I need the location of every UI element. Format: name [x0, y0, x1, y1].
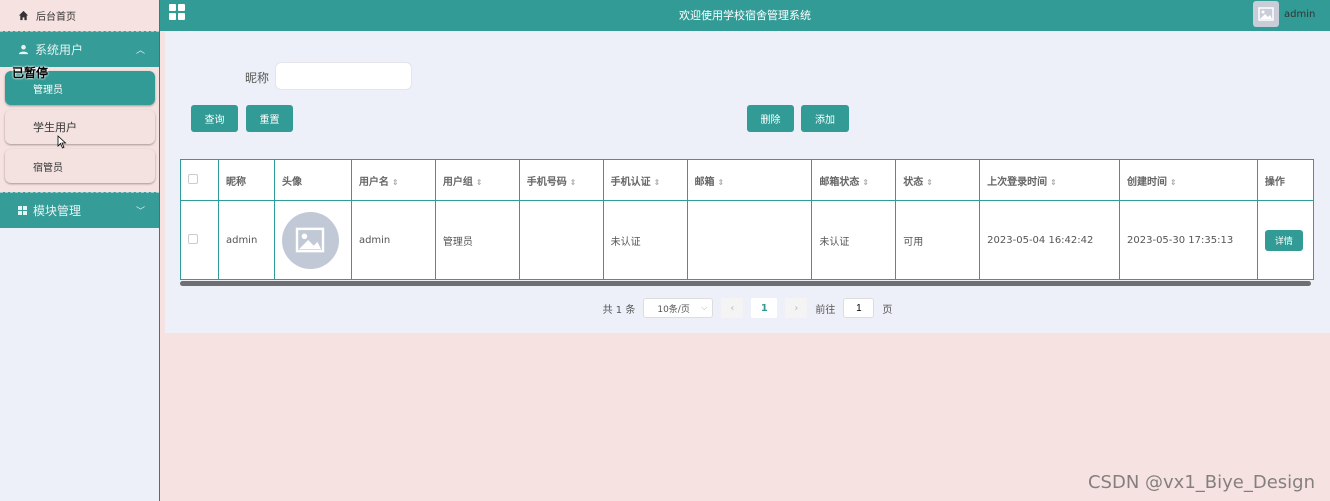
goto-page-input[interactable] — [843, 298, 875, 318]
cell-created: 2023-05-30 17:35:13 — [1119, 200, 1258, 280]
column-header-label: 创建时间 — [1127, 176, 1168, 188]
username-label[interactable]: admin — [1284, 9, 1315, 20]
sidebar-group-label: 模块管理 — [33, 204, 82, 218]
row-checkbox[interactable] — [188, 233, 198, 244]
sort-icon[interactable]: ⇕ — [926, 178, 933, 187]
page-size-select[interactable]: 10条/页 ⌵ — [643, 298, 714, 318]
column-header-sortable[interactable]: 状态 ⇕ — [895, 159, 981, 201]
column-header-label: 用户名 — [358, 176, 389, 188]
search-button[interactable]: 查询 — [191, 105, 238, 132]
sidebar-item-dorm-managers[interactable]: 宿管员 — [5, 149, 155, 183]
content-panel: 昵称 查询 重置 删除 添加 昵称 头像 用户名 ⇕ 用户组 ⇕ 手机号码 ⇕ 手机认… — [165, 31, 1330, 333]
cell-phone-auth: 未认证 — [602, 200, 688, 280]
sidebar-item-label: 学生用户 — [33, 121, 77, 134]
sort-icon[interactable]: ⇕ — [476, 178, 483, 187]
column-header-sortable[interactable]: 上次登录时间 ⇕ — [979, 159, 1121, 201]
sidebar-group-system-users[interactable]: 系统用户 ︿ — [0, 31, 159, 67]
column-header-sortable[interactable]: 创建时间 ⇕ — [1119, 159, 1258, 201]
mouse-cursor-icon — [57, 135, 67, 149]
add-button[interactable]: 添加 — [801, 105, 849, 132]
column-header-label: 状态 — [903, 176, 924, 188]
chevron-right-icon: › — [794, 302, 799, 314]
sidebar-item-home[interactable]: 后台首页 — [0, 0, 159, 31]
cell-avatar — [273, 200, 352, 280]
column-header-label: 手机号码 — [526, 176, 567, 188]
sidebar-group-modules[interactable]: 模块管理 ﹀ — [0, 192, 159, 228]
avatar[interactable] — [1253, 1, 1279, 27]
image-placeholder-icon — [1258, 7, 1274, 21]
column-header-sortable[interactable]: 用户组 ⇕ — [434, 159, 520, 201]
prev-page-button[interactable]: ‹ — [721, 298, 744, 318]
sidebar-group-label: 系统用户 — [35, 43, 84, 57]
cell-status: 可用 — [895, 200, 981, 280]
cell-phone — [518, 200, 604, 280]
column-header-label: 用户组 — [442, 176, 473, 188]
sidebar: 后台首页 系统用户 ︿ 管理员 学生用户 宿管员 模块管理 ﹀ 已暂停 — [0, 0, 160, 501]
cell-nickname: admin — [217, 200, 275, 280]
select-all-header[interactable] — [180, 159, 219, 201]
column-header-sortable[interactable]: 邮箱 ⇕ — [686, 159, 813, 201]
page-number-current[interactable]: 1 — [751, 298, 778, 318]
table-row: admin admin 管理员 未认证 未认证 可用 2023-05-04 16… — [180, 200, 1315, 280]
cell-group: 管理员 — [434, 200, 520, 280]
sort-icon[interactable]: ⇕ — [862, 178, 869, 187]
chevron-down-icon: ⌵ — [701, 303, 708, 312]
page-size-value: 10条/页 — [657, 304, 690, 315]
select-all-checkbox[interactable] — [188, 173, 198, 184]
sidebar-submenu: 管理员 学生用户 宿管员 — [0, 67, 159, 192]
sort-icon[interactable]: ⇕ — [718, 178, 725, 187]
chevron-up-icon: ︿ — [135, 46, 145, 56]
paused-overlay-text: 已暂停 — [12, 66, 49, 80]
sort-icon[interactable]: ⇕ — [1050, 178, 1057, 187]
chevron-left-icon: ‹ — [730, 302, 735, 314]
column-header: 头像 — [273, 159, 352, 201]
column-header-sortable[interactable]: 手机认证 ⇕ — [602, 159, 688, 201]
home-icon — [18, 10, 29, 21]
page-title: 欢迎使用学校宿舍管理系统 — [679, 9, 811, 22]
goto-label: 前往 — [815, 304, 836, 316]
sort-icon[interactable]: ⇕ — [570, 178, 577, 187]
chevron-down-icon: ﹀ — [135, 207, 145, 217]
nickname-filter-label: 昵称 — [245, 71, 270, 85]
cell-email — [686, 200, 813, 280]
column-header: 昵称 — [217, 159, 275, 201]
sidebar-item-label: 后台首页 — [36, 12, 76, 23]
sort-icon[interactable]: ⇕ — [392, 178, 399, 187]
cell-username: admin — [350, 200, 436, 280]
column-header: 操作 — [1256, 159, 1315, 201]
pagination: 共 1 条 10条/页 ⌵ ‹ 1 › 前往 页 — [165, 298, 1330, 318]
horizontal-scrollbar[interactable] — [180, 281, 1311, 286]
column-header-sortable[interactable]: 邮箱状态 ⇕ — [811, 159, 897, 201]
grid-icon — [18, 206, 27, 215]
detail-button[interactable]: 详情 — [1264, 229, 1303, 251]
user-icon — [18, 44, 29, 55]
watermark: CSDN @vx1_Biye_Design — [1087, 472, 1315, 493]
users-table: 昵称 头像 用户名 ⇕ 用户组 ⇕ 手机号码 ⇕ 手机认证 ⇕ 邮箱 ⇕ 邮箱状态 ⇕ 状态… — [180, 159, 1315, 280]
nickname-filter-input[interactable] — [275, 62, 412, 90]
column-header-label: 手机认证 — [610, 176, 651, 188]
cell-actions: 详情 — [1256, 200, 1315, 280]
table-header-row: 昵称 头像 用户名 ⇕ 用户组 ⇕ 手机号码 ⇕ 手机认证 ⇕ 邮箱 ⇕ 邮箱状态 ⇕ 状态… — [180, 159, 1315, 201]
image-placeholder-icon — [296, 227, 325, 253]
sidebar-item-label: 宿管员 — [33, 162, 63, 174]
row-select-cell[interactable] — [180, 200, 219, 280]
sort-icon[interactable]: ⇕ — [1170, 178, 1177, 187]
sidebar-item-label: 管理员 — [33, 84, 63, 96]
next-page-button[interactable]: › — [785, 298, 808, 318]
avatar — [281, 211, 339, 269]
column-header-sortable[interactable]: 手机号码 ⇕ — [518, 159, 604, 201]
reset-button[interactable]: 重置 — [246, 105, 293, 132]
sort-icon[interactable]: ⇕ — [654, 178, 661, 187]
sidebar-item-students[interactable]: 学生用户 — [5, 110, 155, 144]
cell-last-login: 2023-05-04 16:42:42 — [979, 200, 1121, 280]
column-header-sortable[interactable]: 用户名 ⇕ — [350, 159, 436, 201]
cell-email-status: 未认证 — [811, 200, 897, 280]
total-count: 共 1 条 — [602, 304, 636, 316]
top-bar: 欢迎使用学校宿舍管理系统 admin — [160, 0, 1330, 31]
delete-button[interactable]: 删除 — [747, 105, 794, 132]
column-header-label: 邮箱状态 — [819, 176, 860, 188]
page-suffix: 页 — [882, 304, 893, 316]
column-header-label: 上次登录时间 — [987, 176, 1048, 188]
column-header-label: 邮箱 — [694, 176, 715, 188]
